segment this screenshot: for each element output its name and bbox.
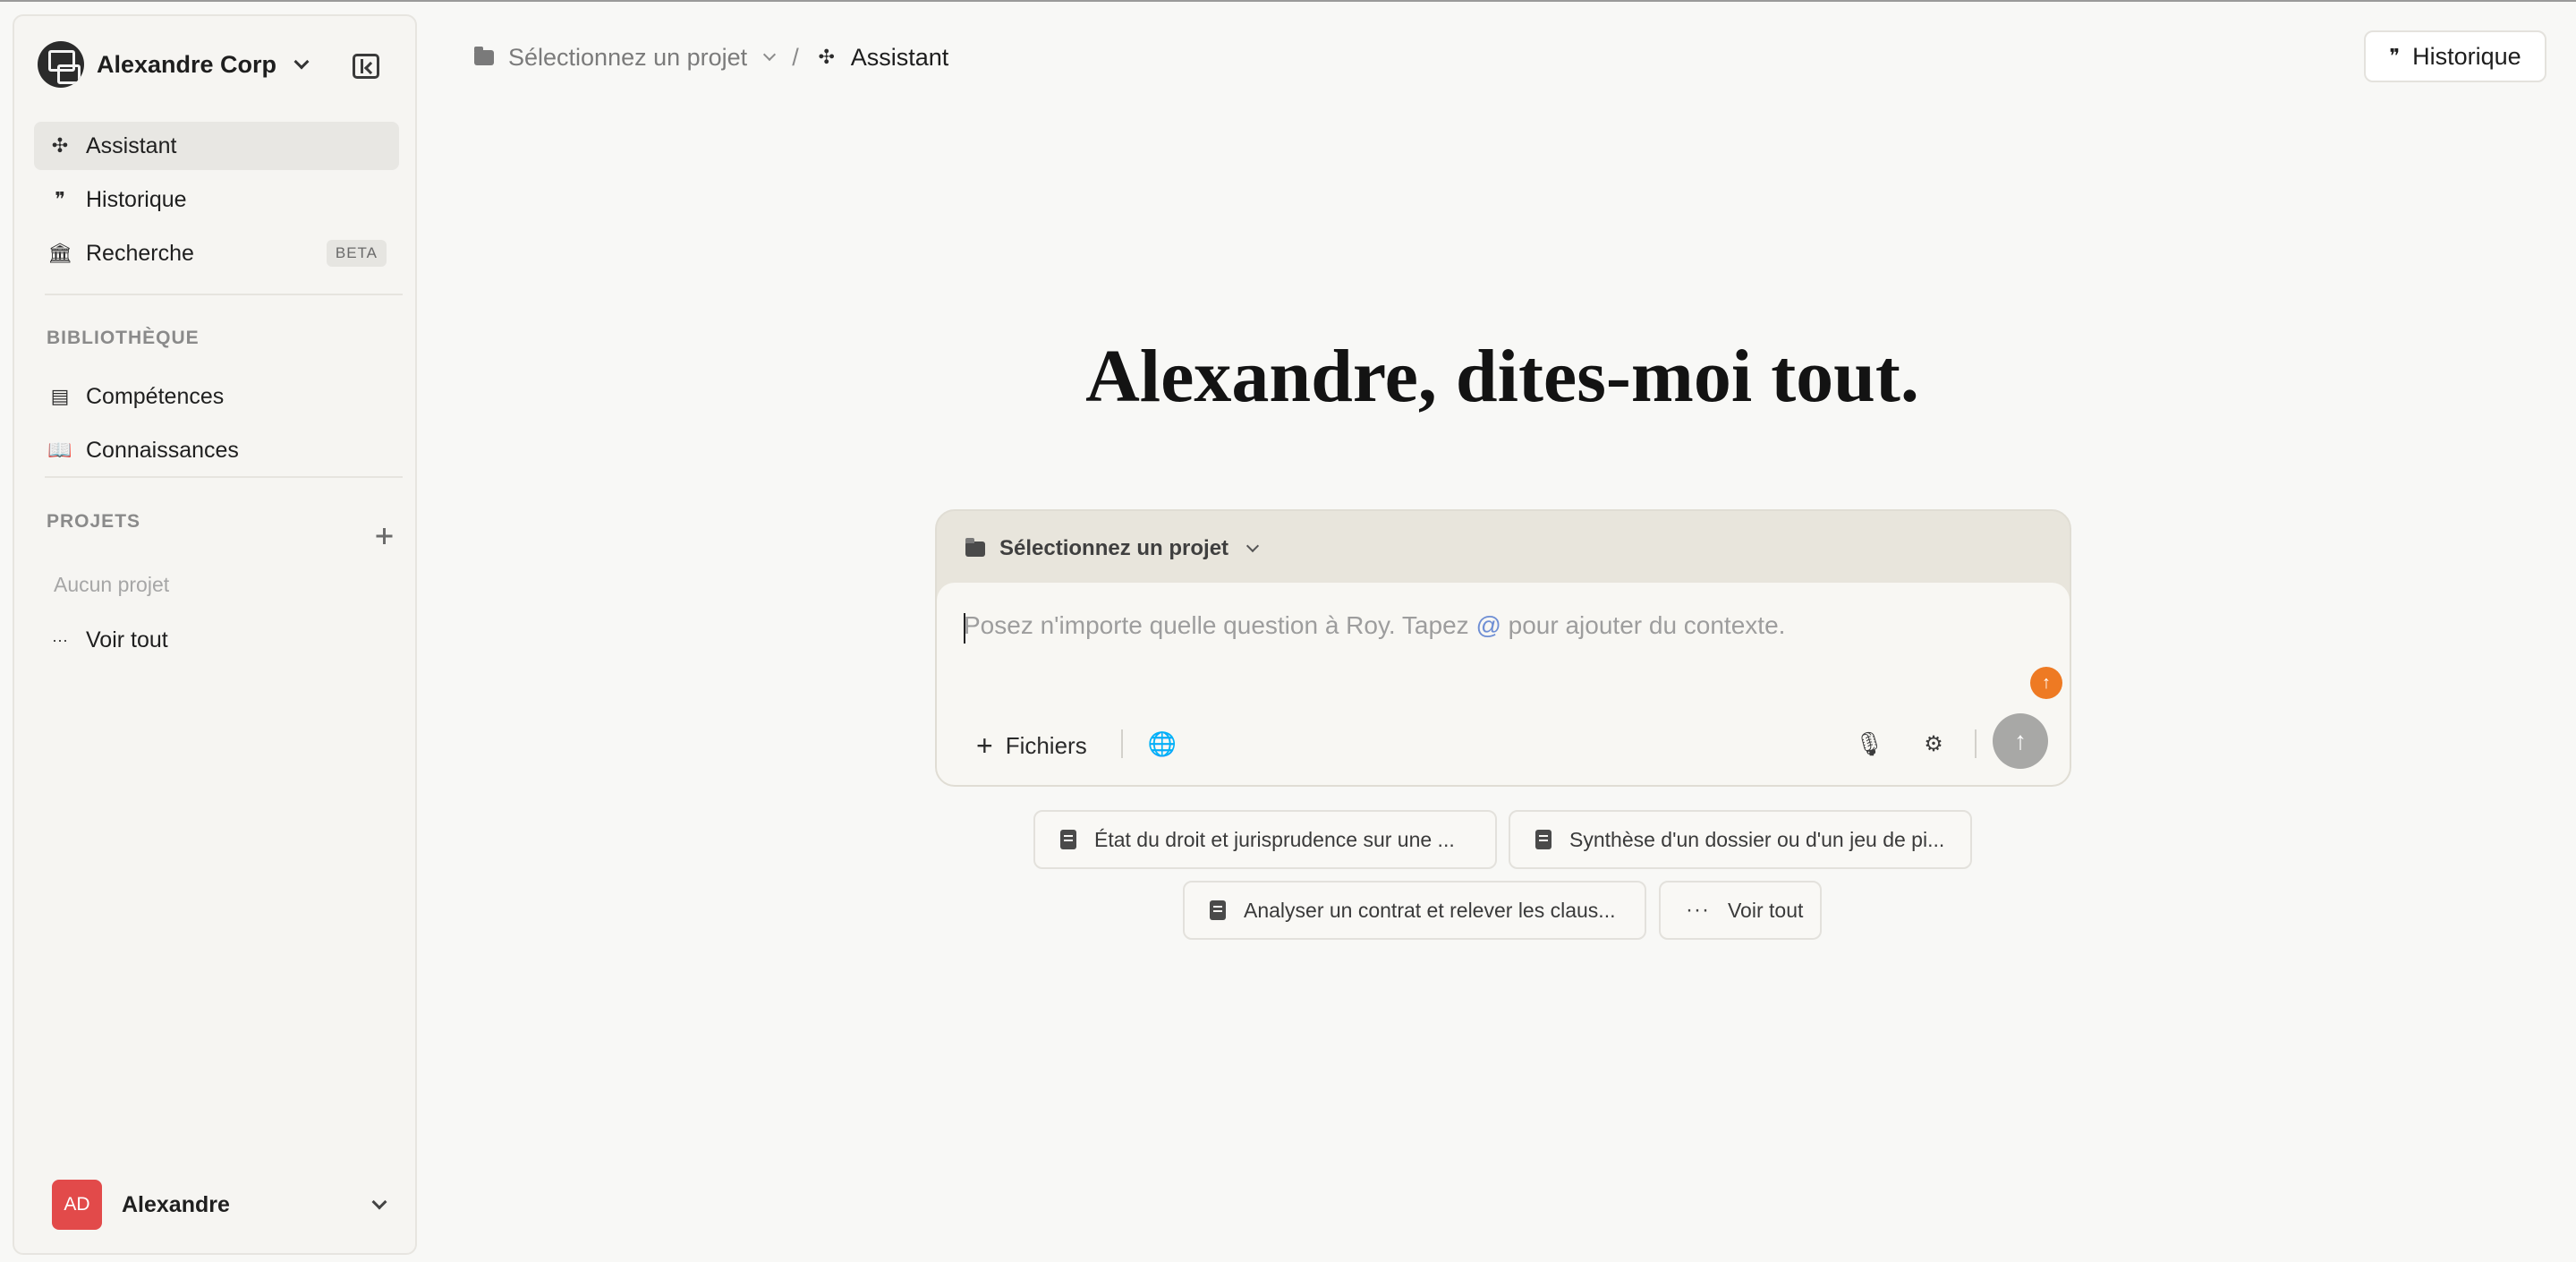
open-book-icon: 📖 [47, 439, 72, 461]
chevron-down-icon [371, 1194, 387, 1210]
avatar: AD [52, 1180, 102, 1230]
add-project-icon[interactable] [370, 523, 397, 550]
plus-icon: + [976, 729, 993, 762]
collapse-sidebar-icon[interactable] [353, 54, 379, 79]
beta-badge: BETA [326, 240, 387, 267]
more-dots-icon: ··· [1686, 898, 1710, 922]
composer-project-select[interactable]: Sélectionnez un projet [965, 531, 1260, 567]
suggestion-chip[interactable]: État du droit et jurisprudence sur une .… [1033, 810, 1497, 869]
sidebar-divider [45, 476, 403, 478]
suggestion-chip[interactable]: Analyser un contrat et relever les claus… [1183, 881, 1646, 940]
chevron-down-icon [763, 47, 777, 62]
folder-icon [474, 46, 494, 65]
sidebar-item-historique[interactable]: ❞ Historique [34, 175, 399, 224]
more-dots-icon: ··· [52, 631, 68, 649]
upgrade-arrow-icon[interactable]: ↑ [2030, 667, 2062, 699]
user-menu[interactable]: AD Alexandre [52, 1178, 395, 1232]
prompt-placeholder-at: @ [1475, 611, 1501, 639]
no-project-text: Aucun projet [54, 573, 170, 596]
projects-section-label: PROJETS [47, 511, 141, 532]
history-button-label: Historique [2412, 42, 2521, 70]
prompt-placeholder-start: Posez n'importe quelle question à Roy. T… [964, 611, 1476, 639]
folder-icon [965, 537, 985, 557]
user-name: Alexandre [122, 1191, 230, 1217]
composer: Sélectionnez un projet Posez n'importe q… [935, 509, 2071, 787]
sidebar-item-connaissances[interactable]: 📖 Connaissances [34, 426, 399, 474]
suggestion-label: Synthèse d'un dossier ou d'un jeu de pi.… [1569, 827, 1945, 851]
window-top-border [0, 0, 2576, 2]
sidebar-item-assistant[interactable]: ✣ Assistant [34, 122, 399, 170]
add-files-button[interactable]: + Fichiers [976, 726, 1087, 765]
document-icon [1535, 830, 1552, 849]
sidebar-item-label: Voir tout [86, 627, 168, 652]
prompt-placeholder-end: pour ajouter du contexte. [1501, 611, 1786, 639]
breadcrumb-project-label: Sélectionnez un projet [508, 43, 748, 71]
send-button[interactable]: ↑ [1993, 713, 2048, 769]
breadcrumb-project-select[interactable]: Sélectionnez un projet [474, 43, 777, 72]
suggestion-chip[interactable]: Synthèse d'un dossier ou d'un jeu de pi.… [1509, 810, 1972, 869]
suggestion-label: État du droit et jurisprudence sur une .… [1094, 827, 1455, 851]
org-switcher[interactable]: Alexandre Corp [38, 39, 310, 90]
chat-history-icon: ❞ [55, 188, 65, 210]
assistant-icon: ✣ [818, 46, 835, 68]
bank-icon: 🏛 [47, 242, 72, 264]
suggestion-label: Analyser un contrat et relever les claus… [1244, 898, 1616, 922]
toolbar-separator [1975, 729, 1977, 758]
breadcrumb-current-label: Assistant [850, 43, 949, 71]
org-name: Alexandre Corp [97, 50, 277, 78]
sidebar-item-competences[interactable]: ▤ Compétences [34, 372, 399, 421]
chevron-down-icon [1245, 539, 1260, 553]
org-logo [38, 41, 84, 88]
see-all-suggestions-chip[interactable]: ··· Voir tout [1659, 881, 1822, 940]
sidebar: Alexandre Corp ✣ Assistant ❞ Historique … [13, 14, 417, 1255]
history-button[interactable]: ❞ Historique [2364, 30, 2546, 82]
sidebar-item-label: Connaissances [86, 437, 239, 463]
document-icon [1210, 900, 1226, 920]
files-button-label: Fichiers [1005, 731, 1087, 759]
text-caret [964, 613, 965, 644]
sidebar-item-label: Historique [86, 186, 187, 212]
assistant-icon: ✣ [51, 134, 69, 157]
chevron-down-icon [293, 54, 310, 70]
sidebar-item-label: Recherche [86, 240, 194, 266]
sidebar-divider [45, 294, 403, 295]
settings-sliders-icon[interactable]: ⚙ [1916, 726, 1951, 762]
composer-input-area: Posez n'importe quelle question à Roy. T… [937, 583, 2070, 785]
document-icon [1060, 830, 1076, 849]
sidebar-item-see-all[interactable]: ··· Voir tout [34, 616, 399, 664]
breadcrumb-separator: / [792, 43, 799, 71]
sidebar-item-label: Assistant [86, 132, 177, 158]
web-search-icon[interactable]: 🌐 [1144, 726, 1180, 762]
prompt-input[interactable]: Posez n'importe quelle question à Roy. T… [964, 611, 2019, 652]
breadcrumb: Sélectionnez un projet / ✣ Assistant [474, 39, 948, 75]
chat-history-icon: ❞ [2389, 45, 2401, 67]
toolbar-separator [1121, 729, 1123, 758]
suggestion-label: Voir tout [1727, 898, 1804, 922]
sidebar-item-recherche[interactable]: 🏛 Recherche BETA [34, 229, 399, 277]
library-section-label: BIBLIOTHÈQUE [47, 328, 200, 348]
microphone-icon[interactable]: 🎙 [1851, 726, 1887, 762]
composer-project-label: Sélectionnez un projet [999, 536, 1229, 560]
sidebar-item-label: Compétences [86, 383, 225, 409]
book-icon: ▤ [50, 385, 70, 407]
breadcrumb-current: ✣ Assistant [817, 43, 949, 72]
page-title: Alexandre, dites-moi tout. [1085, 335, 1919, 418]
